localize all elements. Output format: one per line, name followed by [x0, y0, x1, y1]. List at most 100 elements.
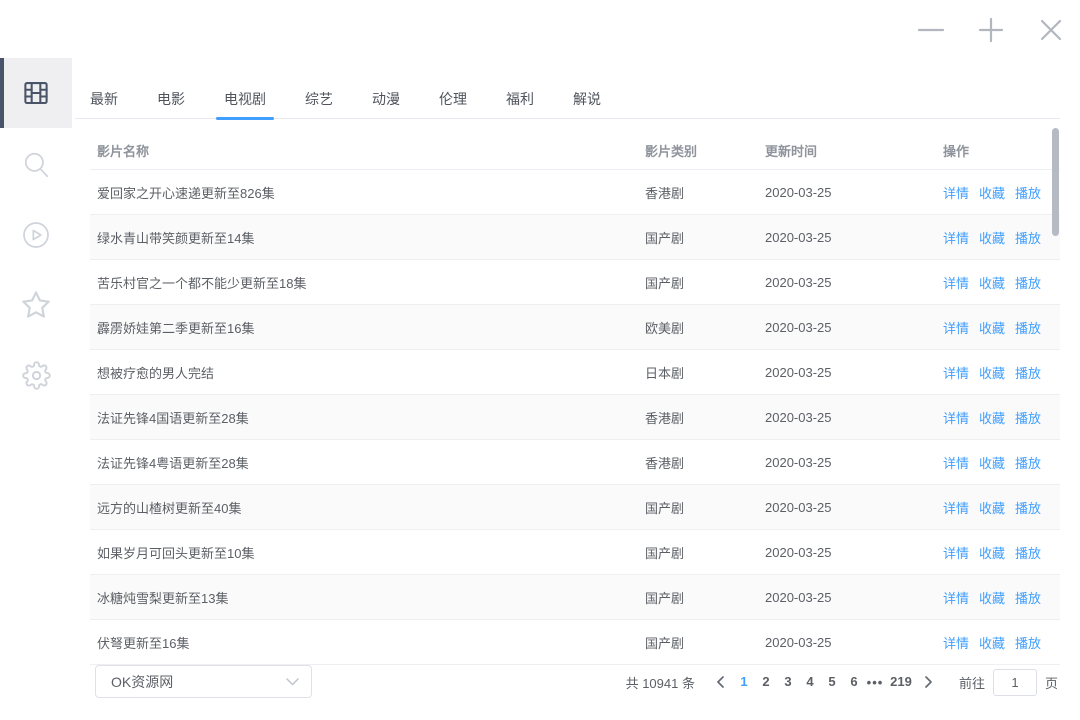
close-icon	[1039, 18, 1063, 42]
page-list: 1 2 3 4 5 6	[733, 668, 865, 696]
play-link[interactable]: 播放	[1015, 633, 1041, 652]
sidebar-item-favorites[interactable]	[0, 270, 72, 340]
category-tab[interactable]: 动漫	[366, 84, 406, 118]
play-link[interactable]: 播放	[1015, 318, 1041, 337]
category-tab[interactable]: 伦理	[433, 84, 473, 118]
plus-icon	[978, 17, 1004, 43]
detail-link[interactable]: 详情	[943, 228, 969, 247]
play-link[interactable]: 播放	[1015, 363, 1041, 382]
category-tab[interactable]: 解说	[567, 84, 607, 118]
next-page-button[interactable]	[917, 668, 941, 696]
detail-link[interactable]: 详情	[943, 183, 969, 202]
row-category: 日本剧	[645, 363, 765, 382]
play-link[interactable]: 播放	[1015, 588, 1041, 607]
row-date: 2020-03-25	[765, 545, 943, 560]
play-link[interactable]: 播放	[1015, 543, 1041, 562]
category-tab[interactable]: 福利	[500, 84, 540, 118]
table-scrollbar-thumb[interactable]	[1052, 128, 1059, 236]
favorite-link[interactable]: 收藏	[979, 543, 1005, 562]
row-category: 国产剧	[645, 273, 765, 292]
window-controls	[918, 17, 1064, 43]
category-tab[interactable]: 电影	[151, 84, 191, 118]
page-number[interactable]: 2	[756, 668, 776, 696]
row-actions: 详情 收藏 播放	[943, 633, 1060, 652]
favorite-link[interactable]: 收藏	[979, 273, 1005, 292]
film-icon	[23, 80, 49, 106]
favorite-link[interactable]: 收藏	[979, 183, 1005, 202]
play-link[interactable]: 播放	[1015, 183, 1041, 202]
page-number[interactable]: 6	[844, 668, 864, 696]
detail-link[interactable]: 详情	[943, 318, 969, 337]
row-category: 欧美剧	[645, 318, 765, 337]
detail-link[interactable]: 详情	[943, 498, 969, 517]
favorite-link[interactable]: 收藏	[979, 363, 1005, 382]
source-select[interactable]: OK资源网	[95, 665, 312, 698]
sidebar-item-settings[interactable]	[0, 340, 72, 410]
row-category: 国产剧	[645, 498, 765, 517]
row-title: 苦乐村官之一个都不能少更新至18集	[90, 273, 645, 292]
favorite-link[interactable]: 收藏	[979, 633, 1005, 652]
sidebar-item-search[interactable]	[0, 130, 72, 200]
play-link[interactable]: 播放	[1015, 498, 1041, 517]
category-tab[interactable]: 综艺	[299, 84, 339, 118]
column-header-updated: 更新时间	[765, 141, 943, 160]
maximize-button[interactable]	[978, 17, 1004, 43]
category-tab[interactable]: 最新	[84, 84, 124, 118]
favorite-link[interactable]: 收藏	[979, 408, 1005, 427]
chevron-down-icon	[286, 678, 299, 686]
row-actions: 详情 收藏 播放	[943, 273, 1060, 292]
table-row: 法证先锋4粤语更新至28集 香港剧 2020-03-25 详情 收藏 播放	[90, 440, 1060, 485]
table-row: 爱回家之开心速递更新至826集 香港剧 2020-03-25 详情 收藏 播放	[90, 170, 1060, 215]
row-actions: 详情 收藏 播放	[943, 318, 1060, 337]
media-table: 影片名称 影片类别 更新时间 操作 爱回家之开心速递更新至826集 香港剧 20…	[90, 131, 1060, 665]
page-number[interactable]: 3	[778, 668, 798, 696]
category-tab[interactable]: 电视剧	[218, 84, 272, 118]
chevron-left-icon	[716, 676, 725, 688]
pagination-total: 共 10941 条	[626, 673, 695, 692]
play-link[interactable]: 播放	[1015, 228, 1041, 247]
row-category: 国产剧	[645, 543, 765, 562]
table-row: 绿水青山带笑颜更新至14集 国产剧 2020-03-25 详情 收藏 播放	[90, 215, 1060, 260]
play-link[interactable]: 播放	[1015, 273, 1041, 292]
star-icon	[20, 289, 52, 321]
detail-link[interactable]: 详情	[943, 588, 969, 607]
detail-link[interactable]: 详情	[943, 408, 969, 427]
page-number[interactable]: 4	[800, 668, 820, 696]
page-number[interactable]: 1	[734, 668, 754, 696]
row-date: 2020-03-25	[765, 590, 943, 605]
row-date: 2020-03-25	[765, 275, 943, 290]
row-title: 霹雳娇娃第二季更新至16集	[90, 318, 645, 337]
pagination: 共 10941 条 1 2 3 4 5 6 ••• 219 前往 页	[626, 668, 1058, 696]
detail-link[interactable]: 详情	[943, 273, 969, 292]
page-number[interactable]: 5	[822, 668, 842, 696]
favorite-link[interactable]: 收藏	[979, 453, 1005, 472]
table-header: 影片名称 影片类别 更新时间 操作	[90, 131, 1060, 170]
play-link[interactable]: 播放	[1015, 453, 1041, 472]
sidebar-item-video-library[interactable]	[0, 58, 72, 128]
goto-label: 前往	[959, 673, 985, 692]
goto-unit-label: 页	[1045, 673, 1058, 692]
goto-page-input[interactable]	[993, 669, 1037, 696]
prev-page-button[interactable]	[709, 668, 733, 696]
detail-link[interactable]: 详情	[943, 453, 969, 472]
favorite-link[interactable]: 收藏	[979, 498, 1005, 517]
row-actions: 详情 收藏 播放	[943, 183, 1060, 202]
favorite-link[interactable]: 收藏	[979, 228, 1005, 247]
close-button[interactable]	[1038, 17, 1064, 43]
minimize-button[interactable]	[918, 17, 944, 43]
row-date: 2020-03-25	[765, 500, 943, 515]
row-category: 国产剧	[645, 228, 765, 247]
detail-link[interactable]: 详情	[943, 633, 969, 652]
more-pages-icon[interactable]: •••	[865, 675, 885, 690]
last-page-number[interactable]: 219	[886, 668, 916, 696]
goto-page: 前往 页	[959, 669, 1058, 696]
favorite-link[interactable]: 收藏	[979, 318, 1005, 337]
table-row: 远方的山楂树更新至40集 国产剧 2020-03-25 详情 收藏 播放	[90, 485, 1060, 530]
play-link[interactable]: 播放	[1015, 408, 1041, 427]
app-window: { "window_controls": { "minimize": "mini…	[0, 0, 1080, 720]
sidebar-item-player[interactable]	[0, 200, 72, 270]
row-title: 伏弩更新至16集	[90, 633, 645, 652]
detail-link[interactable]: 详情	[943, 363, 969, 382]
favorite-link[interactable]: 收藏	[979, 588, 1005, 607]
detail-link[interactable]: 详情	[943, 543, 969, 562]
